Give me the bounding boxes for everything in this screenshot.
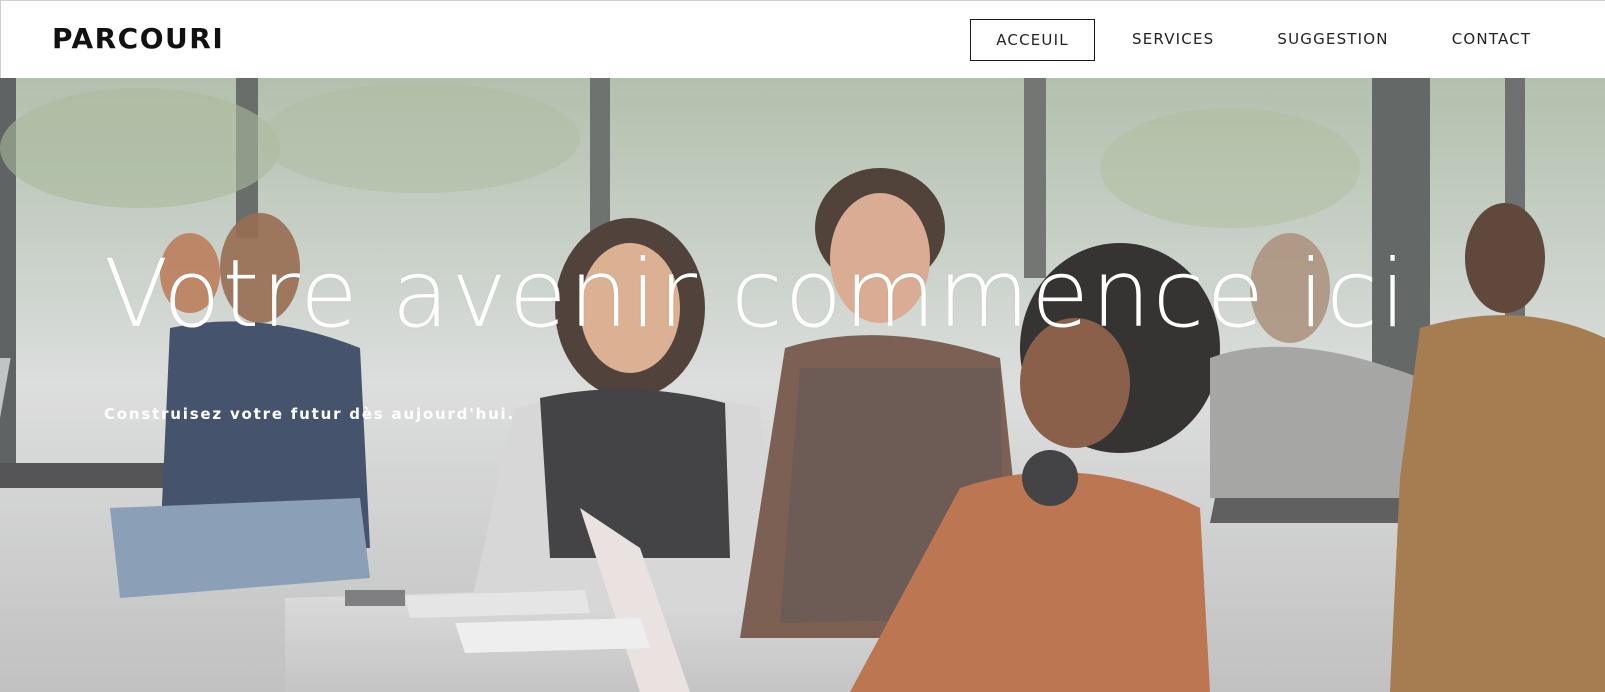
nav-link-acceuil[interactable]: ACCEUIL: [970, 19, 1095, 61]
page: PARCOURI ACCEUIL SERVICES SUGGESTION CON…: [0, 0, 1605, 692]
main-nav: ACCEUIL SERVICES SUGGESTION CONTACT: [970, 19, 1531, 61]
hero-title: Votre avenir commence ici: [104, 240, 1408, 349]
hero-subtitle: Construisez votre futur dès aujourd'hui.: [104, 405, 515, 423]
hero-section: Votre avenir commence ici Construisez vo…: [0, 78, 1605, 692]
nav-link-services[interactable]: SERVICES: [1132, 19, 1214, 61]
nav-link-contact[interactable]: CONTACT: [1452, 19, 1532, 61]
brand-logo[interactable]: PARCOURI: [52, 20, 224, 58]
site-header: PARCOURI ACCEUIL SERVICES SUGGESTION CON…: [0, 0, 1605, 78]
hero-background-image: [0, 78, 1605, 692]
nav-link-suggestion[interactable]: SUGGESTION: [1277, 19, 1388, 61]
